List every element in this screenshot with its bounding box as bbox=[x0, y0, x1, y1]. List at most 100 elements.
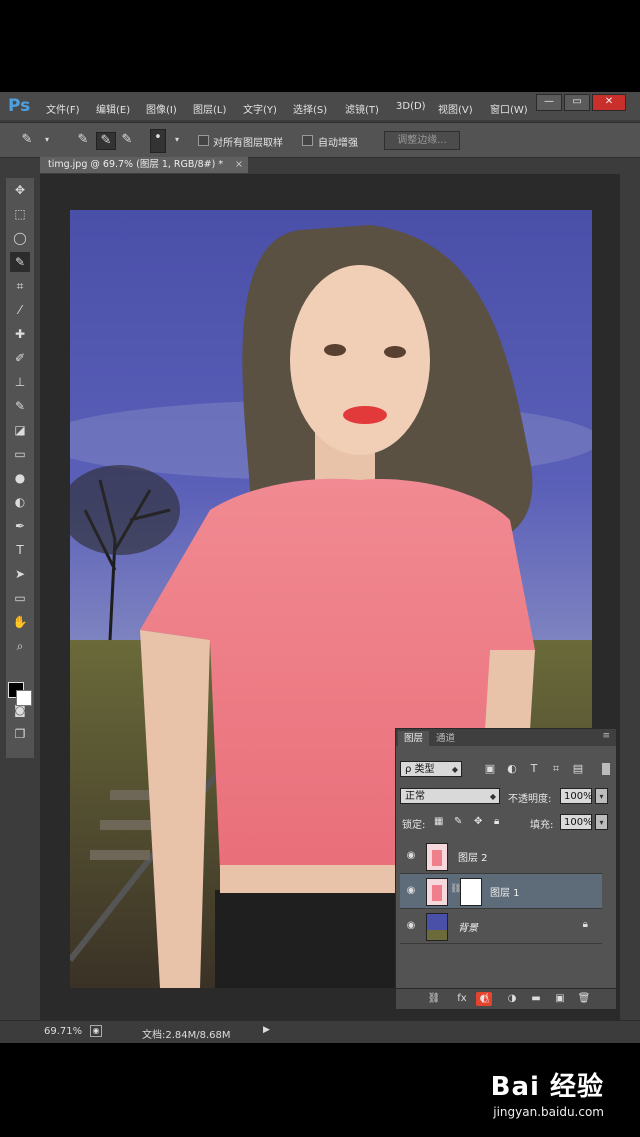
gradient-tool-icon[interactable]: ▭ bbox=[10, 444, 30, 464]
document-size: 文档:2.84M/8.68M bbox=[142, 1030, 231, 1041]
layer-thumbnail bbox=[426, 913, 448, 941]
menu-image[interactable]: 图像(I) bbox=[146, 101, 177, 116]
crop-tool-icon[interactable]: ⌗ bbox=[10, 276, 30, 296]
layer-mask-thumbnail[interactable] bbox=[460, 878, 482, 906]
layers-panel-footer: ⛓ fx ◐ ◑ ▬ ▣ 🗑︎ bbox=[396, 988, 616, 1009]
document-tab[interactable]: timg.jpg @ 69.7% (图层 1, RGB/8#) * × bbox=[40, 157, 248, 173]
trash-icon[interactable]: 🗑︎ bbox=[576, 992, 592, 1006]
photoshop-logo: Ps bbox=[8, 96, 31, 116]
type-tool-icon[interactable]: T bbox=[10, 540, 30, 560]
eyedropper-tool-icon[interactable]: ⁄ bbox=[10, 300, 30, 320]
menu-window[interactable]: 窗口(W) bbox=[490, 101, 528, 116]
status-bar: 69.71% ◉ 文档:2.84M/8.68M ▶ bbox=[0, 1020, 640, 1043]
tab-layers[interactable]: 图层 bbox=[398, 731, 430, 746]
brush-preset-icon[interactable]: ✎ bbox=[18, 132, 36, 148]
baidu-watermark: Bai 经验 jingyan.baidu.com bbox=[491, 1066, 604, 1119]
close-button[interactable]: ✕ bbox=[592, 94, 626, 111]
move-tool-icon[interactable]: ✥ bbox=[10, 180, 30, 200]
layer-row-layer-1[interactable]: ◉ ⛓ 图层 1 bbox=[400, 874, 602, 909]
status-menu-arrow-icon[interactable]: ▶ bbox=[263, 1025, 270, 1035]
lasso-tool-icon[interactable]: ◯ bbox=[10, 228, 30, 248]
new-layer-icon[interactable]: ▣ bbox=[552, 992, 568, 1006]
filter-shape-icon[interactable]: ⌗ bbox=[548, 761, 564, 777]
blur-tool-icon[interactable]: ● bbox=[10, 468, 30, 488]
sample-all-layers-label: 对所有图层取样 bbox=[213, 138, 283, 149]
tab-channels[interactable]: 通道 bbox=[430, 731, 461, 746]
pen-tool-icon[interactable]: ✒ bbox=[10, 516, 30, 536]
sample-all-layers-checkbox[interactable] bbox=[198, 135, 209, 146]
path-selection-icon[interactable]: ➤ bbox=[10, 564, 30, 584]
menu-layer[interactable]: 图层(L) bbox=[193, 101, 226, 116]
layer-filter-kind-select[interactable]: ρ 类型 ◆ bbox=[400, 761, 462, 777]
document-tab-title: timg.jpg @ 69.7% (图层 1, RGB/8#) * bbox=[48, 159, 224, 170]
fill-label: 填充: bbox=[530, 820, 554, 831]
brush-size-icon[interactable]: • bbox=[150, 129, 166, 153]
filter-adjustment-icon[interactable]: ◐ bbox=[504, 761, 520, 777]
folder-icon[interactable]: ▬ bbox=[528, 992, 544, 1006]
chevron-down-icon[interactable]: ▾ bbox=[595, 814, 608, 830]
lock-label: 锁定: bbox=[402, 820, 426, 831]
rectangle-tool-icon[interactable]: ▭ bbox=[10, 588, 30, 608]
status-info-icon[interactable]: ◉ bbox=[90, 1025, 102, 1037]
dodge-tool-icon[interactable]: ◐ bbox=[10, 492, 30, 512]
menu-edit[interactable]: 编辑(E) bbox=[96, 101, 130, 116]
filter-toggle[interactable] bbox=[602, 763, 610, 775]
eye-icon[interactable]: ◉ bbox=[405, 850, 417, 862]
layer-name[interactable]: 图层 2 bbox=[458, 849, 488, 864]
menu-file[interactable]: 文件(F) bbox=[46, 101, 80, 116]
filter-type-icon[interactable]: T bbox=[526, 761, 542, 777]
chevron-down-icon[interactable]: ▾ bbox=[595, 788, 608, 804]
layer-row-layer-2[interactable]: ◉ 图层 2 bbox=[400, 839, 602, 874]
lock-transparent-icon[interactable]: ▦ bbox=[434, 816, 443, 827]
menu-3d[interactable]: 3D(D) bbox=[396, 101, 426, 112]
layer-name[interactable]: 图层 1 bbox=[490, 884, 520, 899]
add-selection-icon[interactable]: ✎ bbox=[96, 132, 116, 150]
layer-row-background[interactable]: ◉ 背景 🔒︎ bbox=[400, 909, 602, 944]
lock-all-icon[interactable]: 🔒︎ bbox=[494, 816, 499, 827]
zoom-level[interactable]: 69.71% bbox=[44, 1026, 82, 1037]
filter-pixel-icon[interactable]: ▣ bbox=[482, 761, 498, 777]
layer-filter-row: ρ 类型 ◆ ▣ ◐ T ⌗ ▤ bbox=[396, 761, 616, 785]
eraser-tool-icon[interactable]: ◪ bbox=[10, 420, 30, 440]
lock-image-icon[interactable]: ✎ bbox=[454, 816, 462, 827]
subtract-selection-icon[interactable]: ✎ bbox=[118, 132, 136, 148]
opacity-input[interactable]: 100% bbox=[560, 788, 593, 804]
link-icon[interactable]: ⛓ bbox=[426, 992, 442, 1006]
screen-mode-icon[interactable]: ❐ bbox=[10, 724, 30, 744]
clone-stamp-icon[interactable]: ⊥ bbox=[10, 372, 30, 392]
eye-icon[interactable]: ◉ bbox=[405, 920, 417, 932]
layer-thumbnail bbox=[426, 843, 448, 871]
panel-menu-icon[interactable]: ≡ bbox=[602, 731, 610, 741]
history-brush-icon[interactable]: ✎ bbox=[10, 396, 30, 416]
eye-icon[interactable]: ◉ bbox=[405, 885, 417, 897]
brush-tool-icon[interactable]: ✐ bbox=[10, 348, 30, 368]
new-selection-icon[interactable]: ✎ bbox=[74, 132, 92, 148]
menu-select[interactable]: 选择(S) bbox=[293, 101, 327, 116]
auto-enhance-checkbox[interactable] bbox=[302, 135, 313, 146]
hand-tool-icon[interactable]: ✋ bbox=[10, 612, 30, 632]
options-bar: ✎ ▾ ✎ ✎ ✎ • ▾ 对所有图层取样 自动增强 调整边缘... bbox=[0, 122, 640, 158]
lock-row: 锁定: ▦ ✎ ✥ 🔒︎ 填充: 100% ▾ bbox=[396, 813, 616, 837]
close-icon[interactable]: × bbox=[235, 157, 243, 173]
adjustment-icon[interactable]: ◑ bbox=[504, 992, 520, 1006]
background-color-swatch[interactable] bbox=[16, 690, 32, 706]
marquee-tool-icon[interactable]: ⬚ bbox=[10, 204, 30, 224]
fill-input[interactable]: 100% bbox=[560, 814, 593, 830]
restore-button[interactable]: ▭ bbox=[564, 94, 590, 111]
layer-name[interactable]: 背景 bbox=[458, 919, 478, 934]
menu-filter[interactable]: 滤镜(T) bbox=[345, 101, 379, 116]
chevron-down-icon[interactable]: ▾ bbox=[38, 135, 56, 151]
filter-smart-object-icon[interactable]: ▤ bbox=[570, 761, 586, 777]
refine-edge-button[interactable]: 调整边缘... bbox=[384, 131, 460, 150]
zoom-tool-icon[interactable]: ⌕ bbox=[10, 636, 30, 656]
fx-icon[interactable]: fx bbox=[454, 992, 470, 1006]
chevron-down-icon[interactable]: ▾ bbox=[168, 135, 186, 151]
blend-mode-select[interactable]: 正常 ◆ bbox=[400, 788, 500, 804]
healing-brush-icon[interactable]: ✚ bbox=[10, 324, 30, 344]
menu-view[interactable]: 视图(V) bbox=[438, 101, 473, 116]
menu-type[interactable]: 文字(Y) bbox=[243, 101, 277, 116]
auto-enhance-label: 自动增强 bbox=[318, 138, 358, 149]
quick-selection-tool-icon[interactable]: ✎ bbox=[10, 252, 30, 272]
lock-position-icon[interactable]: ✥ bbox=[474, 816, 482, 827]
minimize-button[interactable]: — bbox=[536, 94, 562, 111]
